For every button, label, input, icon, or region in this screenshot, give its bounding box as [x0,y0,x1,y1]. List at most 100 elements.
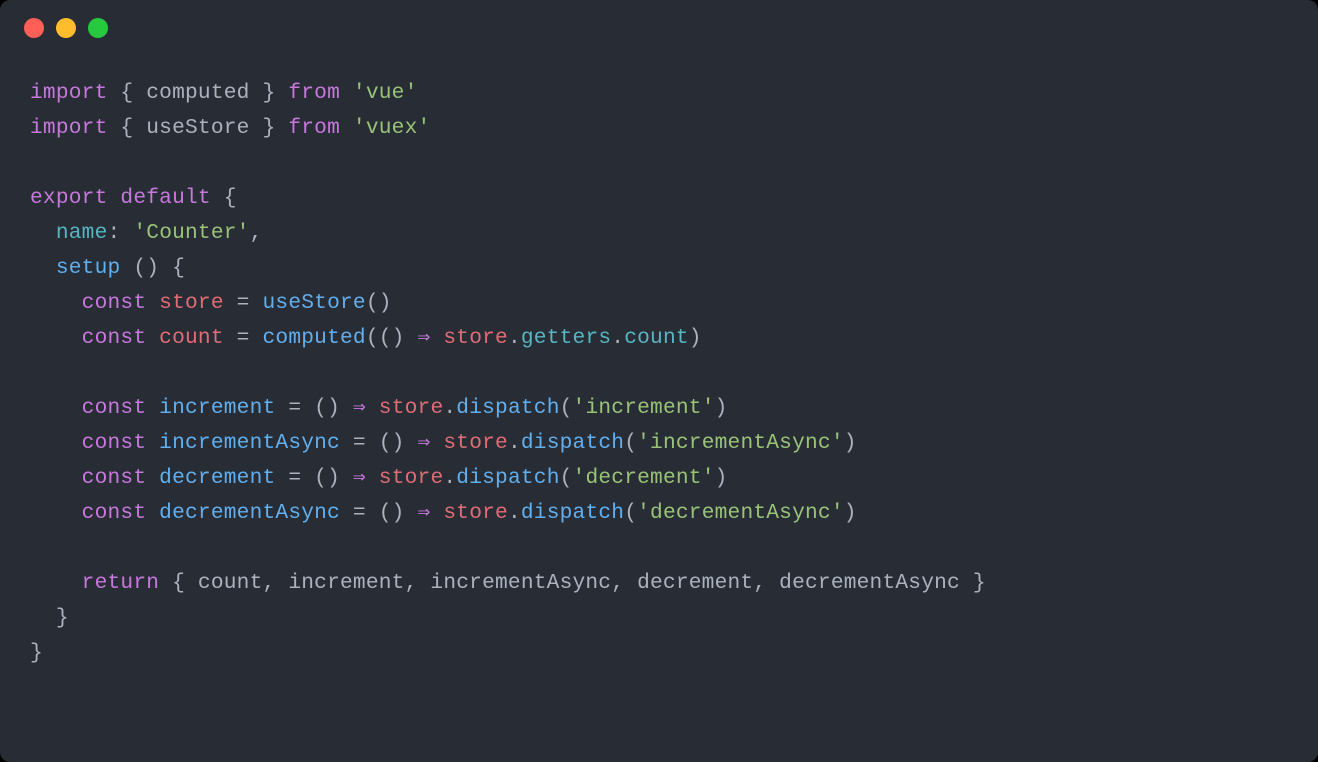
code-token: const [82,291,147,315]
code-token: { [159,571,198,595]
code-token: decrement [637,571,753,595]
code-token: dispatch [456,396,559,420]
code-token: { [211,186,237,210]
code-token [340,116,353,140]
code-token: ⇒ [353,466,366,490]
code-token: () [366,291,392,315]
code-token: ( [560,466,573,490]
code-token: . [611,326,624,350]
code-token: from [288,116,340,140]
code-token [30,256,56,280]
code-token: return [82,571,160,595]
code-token [108,186,121,210]
code-token: } [250,81,289,105]
minimize-icon[interactable] [56,18,76,38]
code-token: 'vuex' [353,116,431,140]
code-token: getters [521,326,611,350]
code-token: count [624,326,689,350]
code-token: } [30,606,69,630]
code-token [146,326,159,350]
code-token: ) [715,466,728,490]
code-token [430,326,443,350]
code-token [340,81,353,105]
code-token: dispatch [521,501,624,525]
code-token: from [288,81,340,105]
code-token: useStore [146,116,249,140]
code-line: name: 'Counter', [30,216,1288,251]
code-token [30,221,56,245]
code-token: 'incrementAsync' [637,431,844,455]
code-token: } [250,116,289,140]
code-token: ⇒ [417,501,430,525]
code-window: import { computed } from 'vue'import { u… [0,0,1318,762]
code-token: ⇒ [418,326,431,350]
code-token: const [82,431,147,455]
code-line: const count = computed(() ⇒ store.getter… [30,321,1288,356]
code-line: setup () { [30,251,1288,286]
window-titlebar [0,0,1318,56]
code-line: const incrementAsync = () ⇒ store.dispat… [30,426,1288,461]
code-token: increment [159,396,275,420]
code-token [146,501,159,525]
code-token: const [82,501,147,525]
zoom-icon[interactable] [88,18,108,38]
code-token [30,396,82,420]
code-token: ) [715,396,728,420]
code-token [30,326,82,350]
code-line: const store = useStore() [30,286,1288,321]
code-token: dispatch [521,431,624,455]
code-token: store [443,326,508,350]
code-token: import [30,116,108,140]
code-token: ( [560,396,573,420]
code-token: { [108,81,147,105]
code-token [430,501,443,525]
code-token: store [159,291,224,315]
code-line: const decrement = () ⇒ store.dispatch('d… [30,461,1288,496]
code-line: export default { [30,181,1288,216]
code-token: : [108,221,134,245]
code-token: const [82,326,147,350]
code-token: = () [340,431,418,455]
code-token: , [250,221,263,245]
code-line: } [30,636,1288,671]
code-token [30,501,82,525]
code-token: store [443,431,508,455]
code-token: 'decrementAsync' [637,501,844,525]
code-token: incrementAsync [159,431,340,455]
code-token: default [120,186,210,210]
code-line [30,531,1288,566]
code-token [146,291,159,315]
code-token [30,431,82,455]
code-token: , [263,571,289,595]
code-token: dispatch [456,466,559,490]
close-icon[interactable] [24,18,44,38]
code-token: decrementAsync [779,571,960,595]
code-token: = () [275,396,353,420]
code-line [30,146,1288,181]
code-token [146,466,159,490]
code-token: ( [624,431,637,455]
code-token [366,466,379,490]
code-token: ) [844,431,857,455]
code-token: , [753,571,779,595]
code-line [30,356,1288,391]
code-token: , [611,571,637,595]
code-token: ) [689,326,702,350]
code-line: } [30,601,1288,636]
code-token: incrementAsync [430,571,611,595]
code-token: () { [120,256,185,280]
code-token: decrement [159,466,275,490]
code-content: import { computed } from 'vue'import { u… [0,56,1318,701]
code-token: computed [146,81,249,105]
code-token: const [82,396,147,420]
code-token [366,396,379,420]
code-token: import [30,81,108,105]
code-line: return { count, increment, incrementAsyn… [30,566,1288,601]
code-token: computed [263,326,366,350]
code-token: decrementAsync [159,501,340,525]
code-token: , [405,571,431,595]
code-token: count [159,326,224,350]
code-line: const decrementAsync = () ⇒ store.dispat… [30,496,1288,531]
code-token: 'decrement' [573,466,715,490]
code-token: { [108,116,147,140]
